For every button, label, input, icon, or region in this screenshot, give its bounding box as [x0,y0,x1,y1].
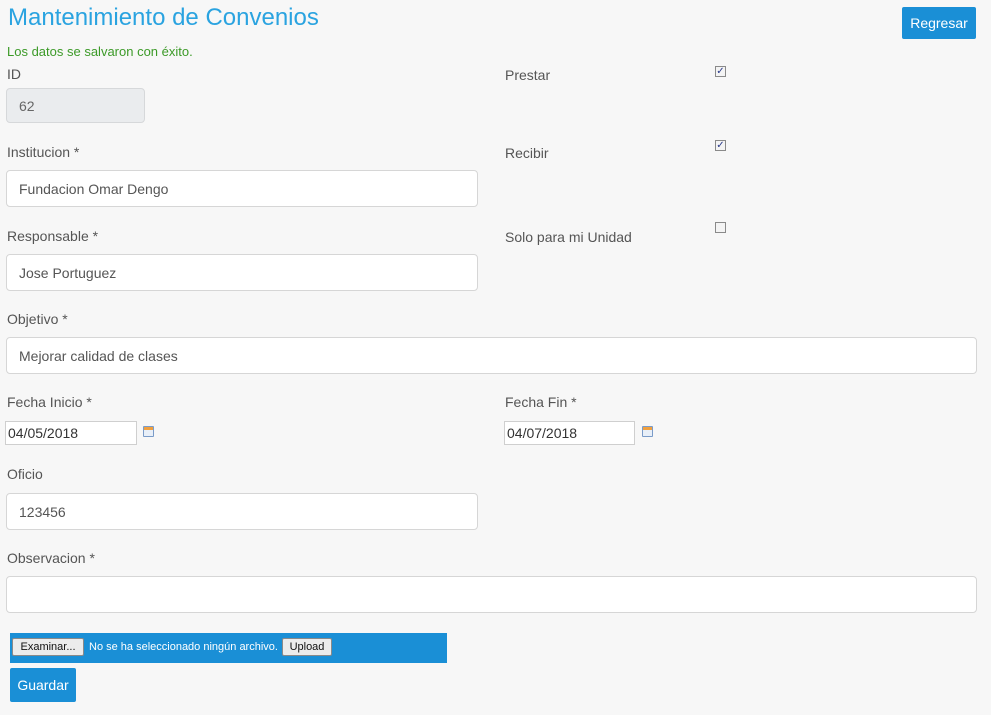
id-label: ID [7,66,21,82]
fecha-inicio-label: Fecha Inicio * [7,394,92,410]
fecha-fin-label: Fecha Fin * [505,394,577,410]
solo-unidad-label: Solo para mi Unidad [505,229,632,245]
prestar-label: Prestar [505,67,551,83]
recibir-label: Recibir [505,145,549,161]
browse-button[interactable]: Examinar... [12,638,84,656]
solo-unidad-checkbox[interactable] [715,222,726,233]
institucion-input[interactable]: Fundacion Omar Dengo [6,170,478,207]
id-field: 62 [6,88,145,123]
oficio-label: Oficio [7,466,43,482]
calendar-icon[interactable] [642,426,653,437]
observacion-label: Observacion * [7,550,95,566]
oficio-input[interactable]: 123456 [6,493,478,530]
observacion-input[interactable] [6,576,977,613]
institucion-label: Institucion * [7,144,80,160]
file-upload-bar: Examinar... No se ha seleccionado ningún… [10,633,447,663]
no-file-text: No se ha seleccionado ningún archivo. [89,641,278,653]
objetivo-label: Objetivo * [7,311,68,327]
calendar-icon[interactable] [143,426,154,437]
responsable-input[interactable]: Jose Portuguez [6,254,478,291]
success-message: Los datos se salvaron con éxito. [7,44,193,59]
back-button[interactable]: Regresar [902,7,976,39]
save-button[interactable]: Guardar [10,668,76,702]
upload-button[interactable]: Upload [282,638,332,656]
responsable-label: Responsable * [7,228,99,244]
fecha-fin-input[interactable]: 04/07/2018 [504,421,635,445]
objetivo-input[interactable]: Mejorar calidad de clases [6,337,977,374]
recibir-checkbox[interactable]: ✓ [715,140,726,151]
fecha-inicio-input[interactable]: 04/05/2018 [5,421,137,445]
prestar-checkbox[interactable]: ✓ [715,66,726,77]
page-title: Mantenimiento de Convenios [8,4,319,31]
